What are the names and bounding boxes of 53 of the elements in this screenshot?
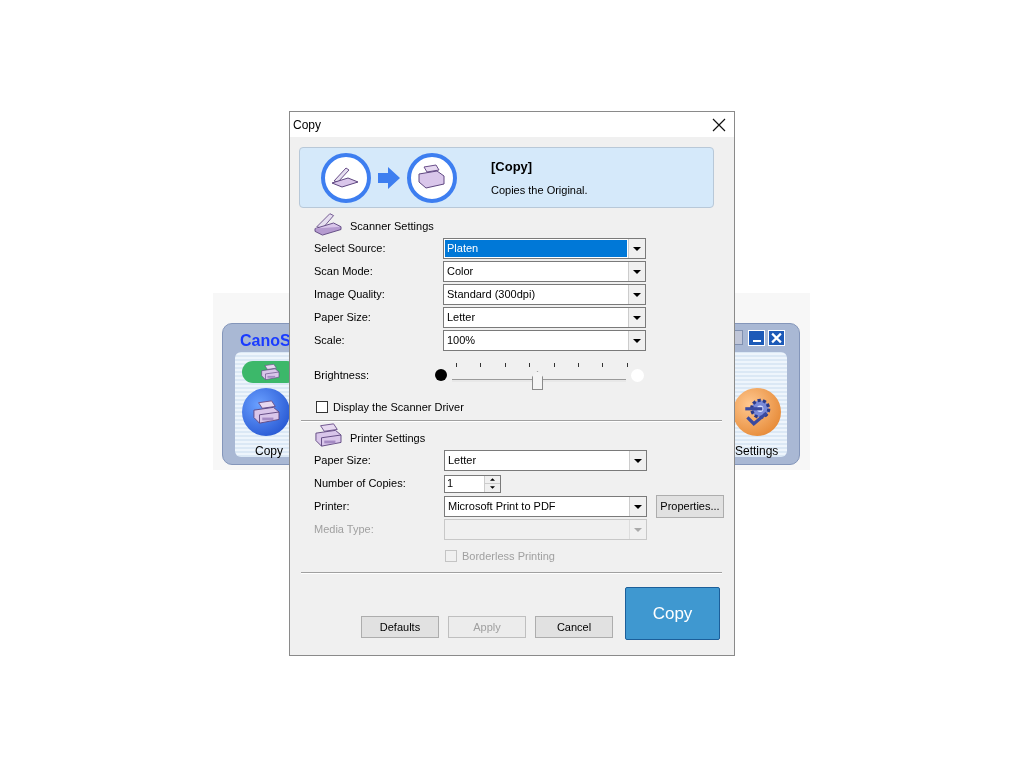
- caret-icon[interactable]: [633, 315, 641, 320]
- button-label[interactable]: Copy: [255, 442, 283, 460]
- up-arrow-icon[interactable]: [490, 477, 495, 481]
- dialog-button: Apply: [448, 616, 526, 638]
- dropdown[interactable]: Microsoft Print to PDF: [444, 496, 647, 517]
- field-label: Paper Size:: [314, 453, 372, 469]
- caret-icon[interactable]: [634, 504, 642, 509]
- field-label: Media Type:: [314, 522, 375, 538]
- checkbox-label: Borderless Printing: [462, 548, 555, 564]
- checkbox-label: Display the Scanner Driver: [333, 399, 464, 415]
- close-button[interactable]: [768, 330, 785, 346]
- dropdown[interactable]: Letter: [443, 307, 646, 328]
- dropdown[interactable]: 100%: [443, 330, 646, 351]
- field-value: Platen: [445, 240, 627, 257]
- field-label: Scan Mode:: [314, 264, 374, 280]
- scanner-icon: [312, 210, 344, 236]
- minimize-button[interactable]: [748, 330, 765, 346]
- field-value: Letter: [446, 310, 477, 326]
- field-label: Paper Size:: [314, 310, 372, 326]
- close-icon[interactable]: [712, 117, 726, 132]
- window-title: CanoS: [240, 331, 291, 351]
- dropdown[interactable]: Letter: [444, 450, 647, 471]
- down-arrow-icon[interactable]: [490, 486, 495, 490]
- field-value: 100%: [446, 333, 477, 349]
- section-heading: Printer Settings: [350, 430, 426, 446]
- field-label: Printer:: [314, 499, 351, 515]
- banner-heading: [Copy]: [491, 157, 534, 176]
- checkbox[interactable]: [316, 401, 328, 413]
- field-label: Image Quality:: [314, 287, 386, 303]
- field-label: Brightness:: [314, 367, 371, 383]
- section-heading: Scanner Settings: [350, 218, 434, 234]
- dropdown[interactable]: Platen: [443, 238, 646, 259]
- field-value: Standard (300dpi): [446, 287, 537, 303]
- properties-button[interactable]: Properties...: [656, 495, 724, 518]
- dialog-button[interactable]: Defaults: [361, 616, 439, 638]
- field-label: Number of Copies:: [314, 476, 407, 492]
- dropdown[interactable]: Standard (300dpi): [443, 284, 646, 305]
- brightness-slider[interactable]: [450, 360, 628, 390]
- caret-icon[interactable]: [633, 269, 641, 274]
- window-title: Copy: [293, 116, 321, 134]
- button-label[interactable]: Settings: [735, 442, 779, 460]
- slider-thumb[interactable]: [532, 371, 543, 390]
- dropdown[interactable]: Color: [443, 261, 646, 282]
- field-value: Color: [446, 264, 475, 280]
- spin-field[interactable]: 1: [444, 474, 501, 493]
- field-label: Scale:: [314, 333, 346, 349]
- dialog-button[interactable]: Cancel: [535, 616, 613, 638]
- field-label: Select Source:: [314, 241, 387, 257]
- printer-icon: [312, 422, 344, 448]
- caret-icon[interactable]: [633, 292, 641, 297]
- caret-icon[interactable]: [633, 246, 641, 251]
- banner-description: Copies the Original.: [491, 183, 588, 198]
- caret-icon[interactable]: [633, 338, 641, 343]
